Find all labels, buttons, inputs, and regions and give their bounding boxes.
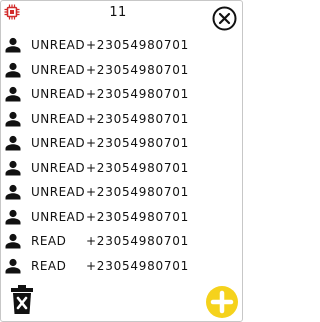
message-list: UNREAD +23054980701 UNREAD +23054980701 … xyxy=(1,34,242,279)
phone-number: +23054980701 xyxy=(86,38,190,52)
person-icon xyxy=(5,160,21,175)
list-item[interactable]: READ +23054980701 xyxy=(1,255,242,280)
message-count: 11 xyxy=(109,5,127,20)
list-item[interactable]: UNREAD +23054980701 xyxy=(1,181,242,206)
list-item[interactable]: UNREAD +23054980701 xyxy=(1,83,242,108)
phone-number: +23054980701 xyxy=(86,62,190,77)
list-item[interactable]: UNREAD +23054980701 xyxy=(1,206,242,231)
person-icon xyxy=(5,111,21,126)
message-status: UNREAD xyxy=(31,87,86,101)
person-icon xyxy=(5,258,21,273)
close-circle-icon[interactable] xyxy=(212,6,237,31)
phone-number: +23054980701 xyxy=(86,258,190,273)
list-item[interactable]: UNREAD +23054980701 xyxy=(1,157,242,182)
phone-number: +23054980701 xyxy=(86,160,190,175)
phone-number: +23054980701 xyxy=(86,87,190,101)
person-icon xyxy=(5,86,21,102)
message-status: UNREAD xyxy=(31,62,86,77)
list-item[interactable]: UNREAD +23054980701 xyxy=(1,59,242,84)
header: 11 xyxy=(1,1,242,33)
person-icon xyxy=(5,37,21,53)
phone-number: +23054980701 xyxy=(86,111,190,126)
person-icon xyxy=(5,209,21,224)
message-status: UNREAD xyxy=(31,136,86,150)
person-icon xyxy=(5,233,21,249)
phone-number: +23054980701 xyxy=(86,185,190,199)
chip-icon[interactable] xyxy=(4,4,20,20)
message-status: UNREAD xyxy=(31,160,86,175)
list-item[interactable]: UNREAD +23054980701 xyxy=(1,108,242,133)
list-item[interactable]: UNREAD +23054980701 xyxy=(1,34,242,59)
message-status: UNREAD xyxy=(31,209,86,224)
person-icon xyxy=(5,184,21,200)
plus-icon xyxy=(210,290,234,314)
phone-number: +23054980701 xyxy=(86,136,190,150)
phone-number: +23054980701 xyxy=(86,209,190,224)
phone-number: +23054980701 xyxy=(86,234,190,248)
person-icon xyxy=(5,62,21,77)
add-button[interactable] xyxy=(206,286,238,318)
list-item[interactable]: READ +23054980701 xyxy=(1,230,242,255)
list-item[interactable]: UNREAD +23054980701 xyxy=(1,132,242,157)
trash-icon[interactable] xyxy=(10,285,34,315)
app-window: 11 UNREAD +23054980701 UNREAD +230549807… xyxy=(0,0,243,322)
person-icon xyxy=(5,135,21,151)
message-status: UNREAD xyxy=(31,185,86,199)
message-status: UNREAD xyxy=(31,111,86,126)
message-status: READ xyxy=(31,234,67,248)
message-status: READ xyxy=(31,258,67,273)
message-status: UNREAD xyxy=(31,38,86,52)
